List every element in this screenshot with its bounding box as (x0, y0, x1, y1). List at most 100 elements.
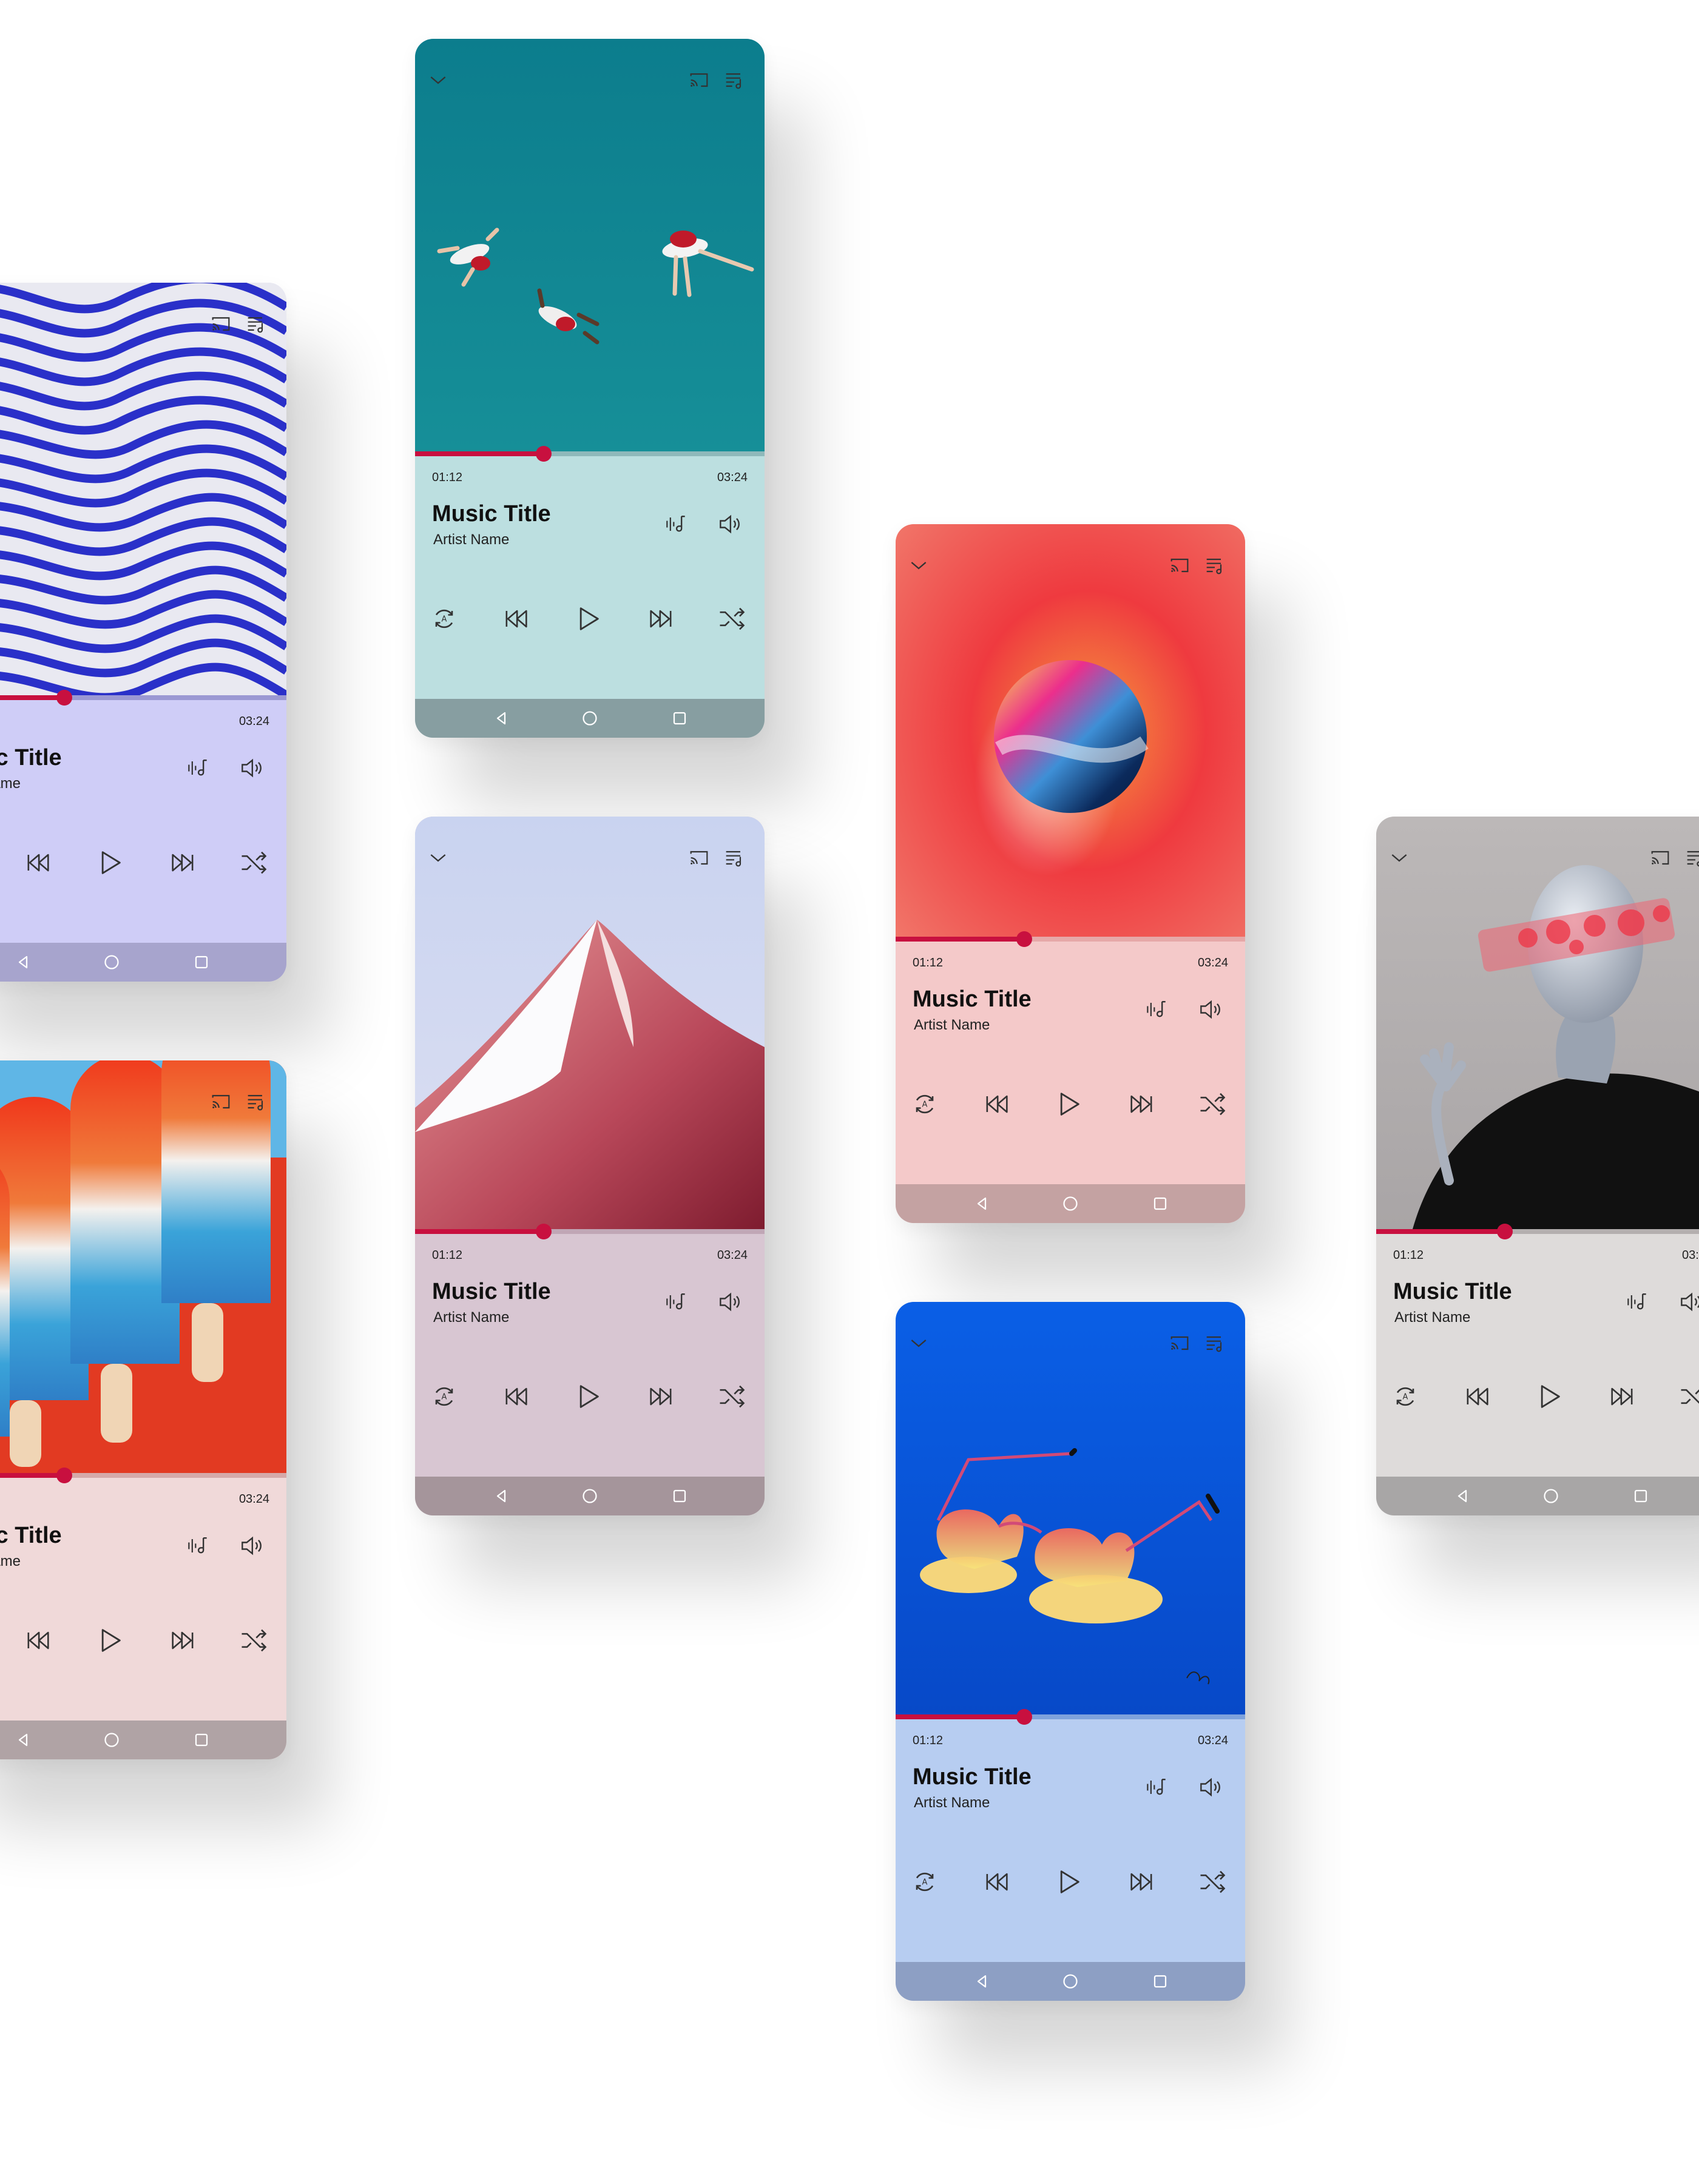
lyrics-icon[interactable] (1143, 996, 1170, 1023)
lyrics-icon[interactable] (1624, 1289, 1650, 1315)
shuffle-icon[interactable] (716, 603, 748, 635)
progress-thumb[interactable] (536, 1224, 552, 1239)
play-icon[interactable] (93, 847, 125, 878)
next-icon[interactable] (167, 847, 199, 878)
recents-icon[interactable] (669, 707, 691, 729)
queue-icon[interactable] (722, 68, 746, 92)
lyrics-icon[interactable] (1143, 1774, 1170, 1801)
home-icon[interactable] (101, 951, 123, 973)
home-icon[interactable] (1059, 1970, 1081, 1992)
cast-icon[interactable] (1167, 1331, 1192, 1355)
volume-icon[interactable] (238, 1532, 265, 1559)
progress-bar[interactable] (0, 1468, 286, 1483)
queue-icon[interactable] (1203, 1331, 1227, 1355)
back-icon[interactable] (12, 951, 34, 973)
home-icon[interactable] (101, 1729, 123, 1751)
queue-icon[interactable] (244, 1090, 268, 1114)
play-icon[interactable] (1533, 1381, 1564, 1412)
back-icon[interactable] (12, 1729, 34, 1751)
queue-icon[interactable] (1683, 846, 1699, 870)
lyrics-icon[interactable] (184, 1532, 211, 1559)
progress-bar[interactable] (415, 1224, 765, 1239)
recents-icon[interactable] (1630, 1485, 1652, 1507)
repeat-icon[interactable] (1390, 1381, 1421, 1412)
home-icon[interactable] (579, 707, 601, 729)
progress-thumb[interactable] (56, 1468, 72, 1483)
play-icon[interactable] (1052, 1866, 1084, 1898)
queue-icon[interactable] (722, 846, 746, 870)
recents-icon[interactable] (669, 1485, 691, 1507)
next-icon[interactable] (1126, 1088, 1158, 1120)
lyrics-icon[interactable] (663, 511, 689, 538)
progress-bar[interactable] (896, 931, 1245, 947)
repeat-icon[interactable] (428, 1381, 460, 1412)
previous-icon[interactable] (22, 847, 53, 878)
cast-icon[interactable] (1648, 846, 1672, 870)
previous-icon[interactable] (1461, 1381, 1493, 1412)
back-icon[interactable] (490, 1485, 512, 1507)
progress-bar[interactable] (896, 1709, 1245, 1725)
volume-icon[interactable] (716, 1289, 743, 1315)
cast-icon[interactable] (1167, 553, 1192, 578)
back-icon[interactable] (490, 707, 512, 729)
repeat-icon[interactable] (428, 603, 460, 635)
home-icon[interactable] (1059, 1193, 1081, 1215)
shuffle-icon[interactable] (716, 1381, 748, 1412)
collapse-icon[interactable] (426, 68, 450, 92)
next-icon[interactable] (167, 1625, 199, 1656)
next-icon[interactable] (1607, 1381, 1638, 1412)
home-icon[interactable] (1540, 1485, 1562, 1507)
cast-icon[interactable] (209, 1090, 233, 1114)
repeat-icon[interactable] (909, 1866, 941, 1898)
collapse-icon[interactable] (1387, 846, 1411, 870)
progress-thumb[interactable] (1016, 931, 1032, 947)
collapse-icon[interactable] (907, 553, 931, 578)
shuffle-icon[interactable] (238, 847, 269, 878)
back-icon[interactable] (1451, 1485, 1473, 1507)
back-icon[interactable] (971, 1193, 993, 1215)
progress-thumb[interactable] (56, 690, 72, 706)
lyrics-icon[interactable] (663, 1289, 689, 1315)
next-icon[interactable] (646, 1381, 677, 1412)
shuffle-icon[interactable] (1677, 1381, 1699, 1412)
cast-icon[interactable] (687, 68, 711, 92)
previous-icon[interactable] (500, 603, 532, 635)
play-icon[interactable] (93, 1625, 125, 1656)
previous-icon[interactable] (500, 1381, 532, 1412)
progress-bar[interactable] (415, 446, 765, 462)
queue-icon[interactable] (244, 312, 268, 336)
volume-icon[interactable] (1197, 1774, 1223, 1801)
lyrics-icon[interactable] (184, 755, 211, 781)
volume-icon[interactable] (1677, 1289, 1699, 1315)
recents-icon[interactable] (1149, 1970, 1171, 1992)
recents-icon[interactable] (191, 951, 212, 973)
play-icon[interactable] (1052, 1088, 1084, 1120)
volume-icon[interactable] (1197, 996, 1223, 1023)
progress-thumb[interactable] (1497, 1224, 1513, 1239)
collapse-icon[interactable] (426, 846, 450, 870)
recents-icon[interactable] (191, 1729, 212, 1751)
play-icon[interactable] (572, 1381, 603, 1412)
back-icon[interactable] (971, 1970, 993, 1992)
shuffle-icon[interactable] (1197, 1088, 1228, 1120)
previous-icon[interactable] (22, 1625, 53, 1656)
progress-thumb[interactable] (536, 446, 552, 462)
next-icon[interactable] (646, 603, 677, 635)
collapse-icon[interactable] (907, 1331, 931, 1355)
play-icon[interactable] (572, 603, 603, 635)
shuffle-icon[interactable] (1197, 1866, 1228, 1898)
cast-icon[interactable] (687, 846, 711, 870)
volume-icon[interactable] (238, 755, 265, 781)
shuffle-icon[interactable] (238, 1625, 269, 1656)
queue-icon[interactable] (1203, 553, 1227, 578)
progress-bar[interactable] (1376, 1224, 1699, 1239)
previous-icon[interactable] (981, 1088, 1012, 1120)
previous-icon[interactable] (981, 1866, 1012, 1898)
home-icon[interactable] (579, 1485, 601, 1507)
progress-thumb[interactable] (1016, 1709, 1032, 1725)
progress-bar[interactable] (0, 690, 286, 706)
cast-icon[interactable] (209, 312, 233, 336)
recents-icon[interactable] (1149, 1193, 1171, 1215)
repeat-icon[interactable] (909, 1088, 941, 1120)
volume-icon[interactable] (716, 511, 743, 538)
